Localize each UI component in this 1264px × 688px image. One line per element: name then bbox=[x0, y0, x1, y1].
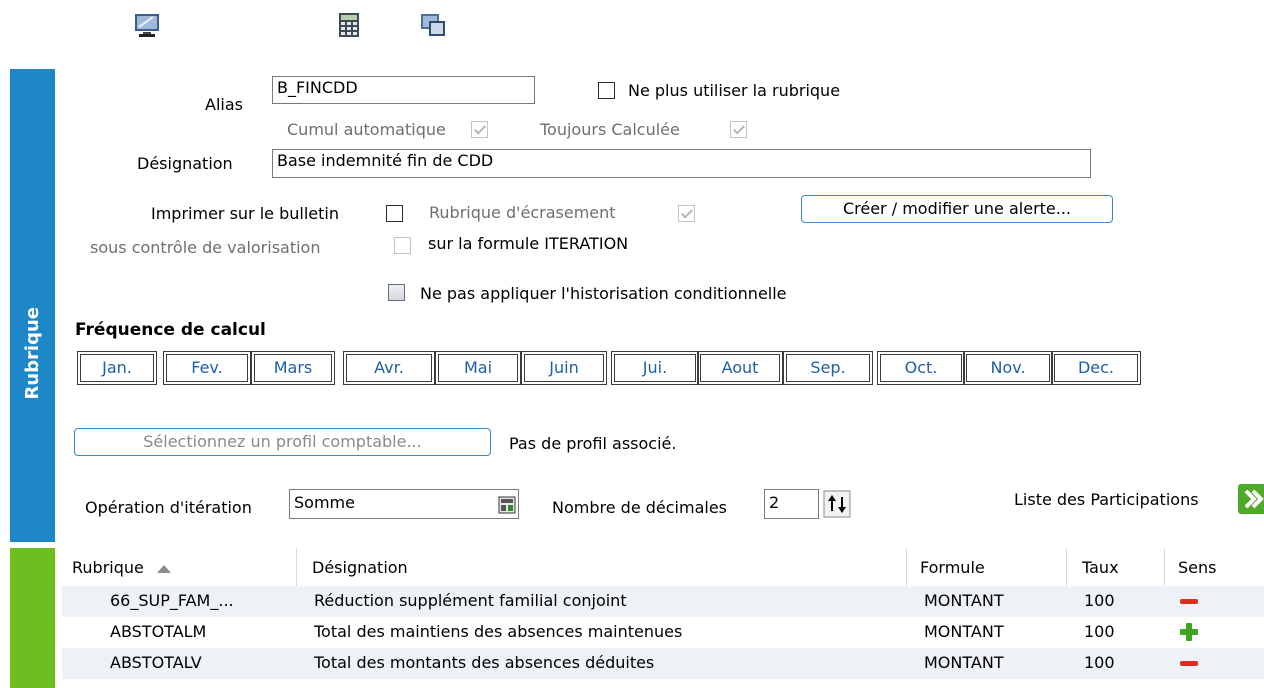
month-button-0[interactable]: Jan. bbox=[77, 351, 157, 385]
calculator-icon[interactable] bbox=[335, 12, 363, 38]
month-button-5[interactable]: Juin bbox=[521, 351, 607, 385]
col-taux[interactable]: Taux bbox=[1082, 558, 1119, 577]
decimales-label: Nombre de décimales bbox=[552, 498, 727, 517]
green-sidebar-tab[interactable] bbox=[10, 548, 55, 688]
cell-formule: MONTANT bbox=[924, 653, 1004, 672]
ne-plus-utiliser-label: Ne plus utiliser la rubrique bbox=[628, 81, 841, 100]
cell-taux: 100 bbox=[1084, 622, 1115, 641]
month-button-6[interactable]: Jui. bbox=[611, 351, 699, 385]
sous-controle-label: sous contrôle de valorisation bbox=[90, 238, 321, 257]
operation-iteration-input[interactable]: Somme bbox=[289, 489, 519, 519]
cell-designation: Total des maintiens des absences mainten… bbox=[314, 622, 683, 641]
table-row[interactable]: ABSTOTALV Total des montants des absences… bbox=[62, 648, 1264, 679]
decimales-spinner-icon[interactable] bbox=[823, 490, 851, 518]
cell-designation: Réduction supplément familial conjoint bbox=[314, 591, 627, 610]
decimales-input[interactable]: 2 bbox=[764, 489, 819, 519]
month-button-11[interactable]: Dec. bbox=[1051, 351, 1141, 385]
liste-participations-label[interactable]: Liste des Participations bbox=[1014, 490, 1199, 509]
grid-header: Rubrique Désignation Formule Taux Sens bbox=[62, 548, 1264, 586]
cell-rubrique: 66_SUP_FAM_... bbox=[110, 591, 234, 610]
designation-label: Désignation bbox=[137, 154, 233, 173]
cell-taux: 100 bbox=[1084, 653, 1115, 672]
profil-comptable-button[interactable]: Sélectionnez un profil comptable... bbox=[74, 428, 491, 456]
formule-iteration-label: sur la formule ITERATION bbox=[428, 234, 629, 253]
month-button-7[interactable]: Aout bbox=[697, 351, 783, 385]
cumul-automatique-checkbox[interactable] bbox=[471, 121, 488, 138]
cell-formule: MONTANT bbox=[924, 591, 1004, 610]
cumul-automatique-label: Cumul automatique bbox=[287, 120, 446, 139]
rubrique-sidebar-tab[interactable] bbox=[10, 69, 55, 542]
month-button-4[interactable]: Mai bbox=[435, 351, 521, 385]
operation-picker-icon[interactable] bbox=[498, 496, 516, 514]
col-rubrique[interactable]: Rubrique bbox=[72, 558, 171, 577]
month-button-2[interactable]: Mars bbox=[251, 351, 335, 385]
profil-status: Pas de profil associé. bbox=[509, 434, 677, 453]
col-sens[interactable]: Sens bbox=[1178, 558, 1216, 577]
col-formule[interactable]: Formule bbox=[920, 558, 985, 577]
alias-label: Alias bbox=[205, 95, 243, 114]
plus-icon bbox=[1180, 623, 1198, 641]
imprimer-bulletin-checkbox[interactable] bbox=[386, 205, 403, 222]
historisation-checkbox[interactable] bbox=[388, 284, 405, 301]
rubrique-sidebar-label: Rubrique bbox=[22, 307, 43, 400]
cell-designation: Total des montants des absences déduites bbox=[314, 653, 655, 672]
month-button-3[interactable]: Avr. bbox=[343, 351, 435, 385]
toujours-calculee-label: Toujours Calculée bbox=[540, 120, 680, 139]
month-button-1[interactable]: Fev. bbox=[163, 351, 251, 385]
monitor-icon[interactable] bbox=[133, 12, 161, 38]
designation-input[interactable]: Base indemnité fin de CDD bbox=[272, 149, 1091, 178]
window-icon[interactable] bbox=[419, 12, 447, 38]
imprimer-bulletin-label: Imprimer sur le bulletin bbox=[151, 204, 339, 223]
rubrique-ecrasement-checkbox[interactable] bbox=[678, 205, 695, 222]
minus-icon bbox=[1180, 661, 1198, 666]
ne-plus-utiliser-checkbox[interactable] bbox=[598, 82, 615, 99]
alias-input[interactable]: B_FINCDD bbox=[272, 76, 535, 104]
historisation-label: Ne pas appliquer l'historisation conditi… bbox=[420, 284, 787, 303]
col-designation[interactable]: Désignation bbox=[312, 558, 408, 577]
sort-asc-icon bbox=[156, 564, 171, 573]
toujours-calculee-checkbox[interactable] bbox=[730, 121, 747, 138]
cell-taux: 100 bbox=[1084, 591, 1115, 610]
cell-rubrique: ABSTOTALV bbox=[110, 653, 202, 672]
table-row[interactable]: ABSTOTALM Total des maintiens des absence… bbox=[62, 617, 1264, 648]
frequence-title: Fréquence de calcul bbox=[75, 320, 266, 340]
month-button-10[interactable]: Nov. bbox=[963, 351, 1053, 385]
formule-iteration-checkbox[interactable] bbox=[394, 237, 411, 254]
creer-alerte-button[interactable]: Créer / modifier une alerte... bbox=[801, 195, 1113, 223]
cell-rubrique: ABSTOTALM bbox=[110, 622, 207, 641]
operation-iteration-label: Opération d'itération bbox=[85, 498, 252, 517]
minus-icon bbox=[1180, 599, 1198, 604]
arrow-right-icon[interactable] bbox=[1238, 484, 1264, 514]
month-button-9[interactable]: Oct. bbox=[877, 351, 965, 385]
cell-formule: MONTANT bbox=[924, 622, 1004, 641]
rubrique-ecrasement-label: Rubrique d'écrasement bbox=[429, 203, 616, 222]
month-button-8[interactable]: Sep. bbox=[783, 351, 873, 385]
table-row[interactable]: 66_SUP_FAM_... Réduction supplément famil… bbox=[62, 586, 1264, 617]
